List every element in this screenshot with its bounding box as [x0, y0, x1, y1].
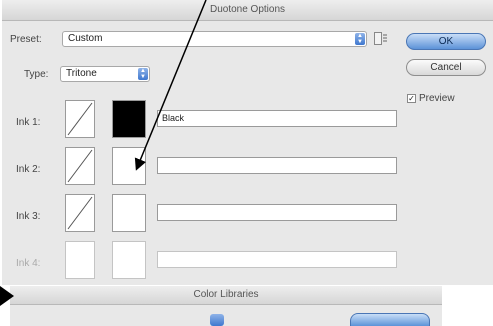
libraries-ok-button[interactable]: [350, 313, 430, 326]
ink-1-color-swatch[interactable]: [112, 100, 146, 138]
preset-select[interactable]: Custom ▲ ▼: [62, 31, 367, 47]
ink-2-label: Ink 2:: [16, 164, 41, 175]
cancel-button[interactable]: Cancel: [406, 59, 486, 76]
select-stepper-icon: ▲ ▼: [355, 33, 365, 45]
ink-3-color-swatch[interactable]: [112, 194, 146, 232]
ink-2-color-swatch[interactable]: [112, 147, 146, 185]
ink-4-label: Ink 4:: [16, 258, 41, 269]
type-value: Tritone: [66, 68, 97, 79]
preview-label: Preview: [419, 93, 455, 104]
ink-2-name-field[interactable]: [157, 157, 397, 174]
type-select[interactable]: Tritone ▲ ▼: [60, 66, 150, 82]
ink-1-name-field[interactable]: Black: [157, 110, 397, 127]
ink-4-curve-box: [65, 241, 95, 279]
dialog-title: Duotone Options: [2, 0, 493, 21]
book-select-stepper-icon[interactable]: [210, 314, 224, 326]
color-libraries-title: Color Libraries: [10, 286, 442, 305]
ink-3-curve-box[interactable]: [65, 194, 95, 232]
ink-3-name-field[interactable]: [157, 204, 397, 221]
ink-2-curve-box[interactable]: [65, 147, 95, 185]
preset-label: Preset:: [10, 34, 42, 45]
preset-value: Custom: [68, 33, 103, 44]
preview-checkbox[interactable]: ✓: [407, 94, 416, 103]
ink-4-name-field: [157, 251, 397, 268]
ink-1-label: Ink 1:: [16, 117, 41, 128]
color-libraries-dialog: Color Libraries: [10, 286, 442, 326]
preset-menu-icon[interactable]: [374, 32, 388, 45]
ok-button[interactable]: OK: [406, 33, 486, 50]
ink-4-color-swatch: [112, 241, 146, 279]
ink-1-curve-box[interactable]: [65, 100, 95, 138]
select-stepper-icon: ▲ ▼: [138, 68, 148, 80]
type-label: Type:: [24, 69, 49, 80]
duotone-options-dialog: Duotone Options Preset: Custom ▲ ▼ Type: …: [2, 0, 493, 285]
ink-3-label: Ink 3:: [16, 211, 41, 222]
